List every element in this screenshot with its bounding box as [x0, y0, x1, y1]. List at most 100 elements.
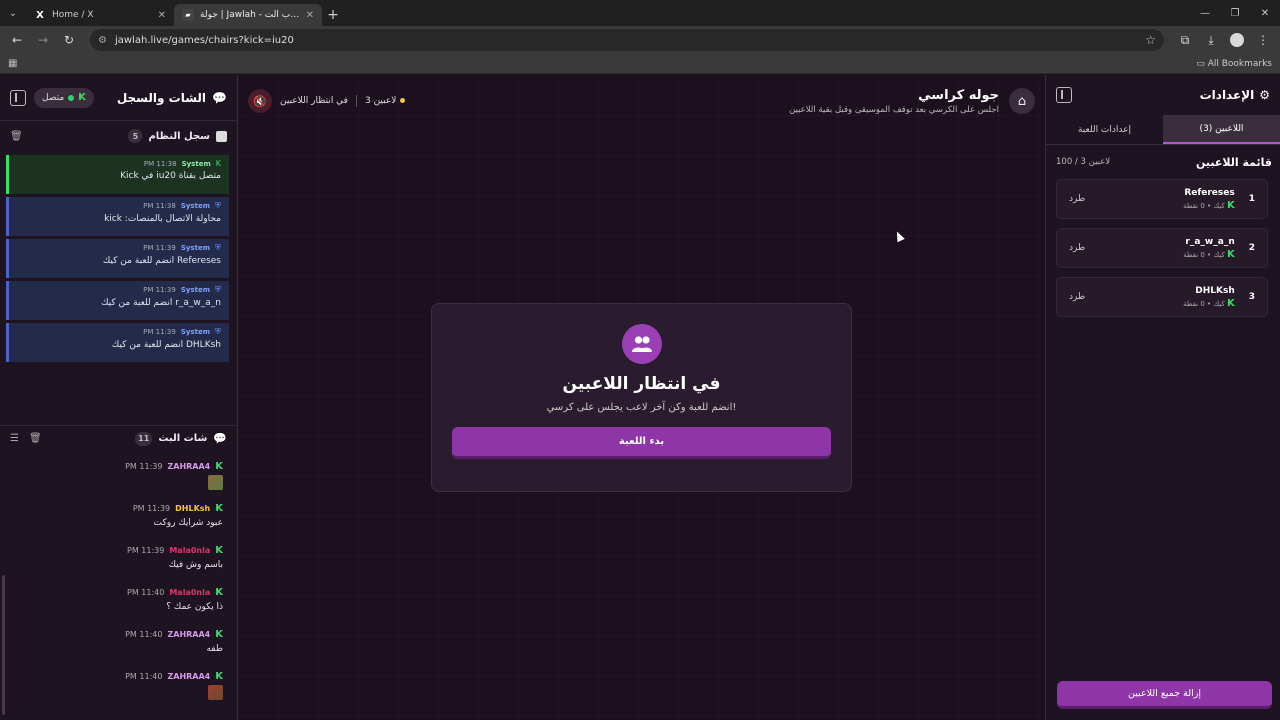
chat-bubble-icon: 💬 — [212, 90, 227, 105]
kick-logo-icon: K — [78, 92, 86, 103]
chat-username[interactable]: ZAHRAA4 — [167, 672, 210, 681]
minimize-icon[interactable]: — — [1190, 0, 1220, 26]
collapse-panel-icon[interactable] — [1056, 87, 1072, 103]
chat-time: 11:39 PM — [127, 546, 165, 555]
log-item: K System 11:38 PM متصل بقناة iu20 في Kick — [6, 155, 229, 194]
new-tab-button[interactable]: + — [322, 4, 344, 26]
reload-icon[interactable]: ↻ — [58, 29, 80, 51]
all-bookmarks[interactable]: ▭ All Bookmarks — [1196, 59, 1272, 69]
remove-all-players-button[interactable]: إزالة جميع اللاعبين — [1057, 681, 1272, 709]
chat-message: K ZAHRAA4 11:39 PM — [10, 461, 223, 503]
clear-chat-icon[interactable]: 🗑 — [29, 433, 42, 444]
chat-username[interactable]: ZAHRAA4 — [167, 462, 210, 471]
site-info-icon[interactable]: ⚙ — [98, 35, 107, 46]
chat-username[interactable]: DHLKsh — [175, 504, 210, 513]
avatar — [1230, 33, 1244, 47]
players-count-text: 3 لاعبين — [364, 96, 397, 106]
kick-player-button[interactable]: طرد — [1069, 292, 1085, 302]
download-icon[interactable]: ⤓ — [1200, 29, 1222, 51]
close-tab-icon[interactable]: ✕ — [306, 10, 314, 21]
chat-username[interactable]: ZAHRAA4 — [167, 630, 210, 639]
kick-logo-icon: K — [1226, 199, 1235, 211]
collapse-panel-icon[interactable] — [10, 89, 26, 106]
forward-icon[interactable]: → — [32, 29, 54, 51]
chat-message: K DHLKsh 11:39 PM عبود شرايك روكت — [10, 503, 223, 545]
waiting-subtitle: انضم للعبة وكن آخر لاعب يجلس على كرسي! — [546, 402, 737, 413]
log-user: System — [181, 159, 211, 168]
back-icon[interactable]: ← — [6, 29, 28, 51]
address-bar[interactable]: ⚙ jawlah.live/games/chairs?kick=iu20 ☆ — [90, 29, 1164, 51]
player-name: r_a_w_a_n — [1185, 236, 1235, 247]
close-tab-icon[interactable]: ✕ — [158, 10, 166, 21]
system-log-list: K System 11:38 PM متصل بقناة iu20 في Kick … — [0, 149, 237, 362]
log-user: System — [180, 328, 210, 336]
kick-player-button[interactable]: طرد — [1069, 243, 1085, 253]
tab-search-icon[interactable]: ⌄ — [0, 0, 26, 26]
kick-logo-icon: K — [215, 545, 223, 556]
close-window-icon[interactable]: ✕ — [1250, 0, 1280, 26]
log-time: 11:38 PM — [143, 159, 177, 168]
shield-icon: ⛨ — [215, 243, 221, 252]
chat-message: K ZAHRAA4 11:40 PM طفه — [10, 629, 223, 671]
shield-icon: ⛨ — [215, 285, 221, 294]
browser-tab-x[interactable]: X Home / X ✕ — [26, 4, 174, 26]
shield-icon: ⛨ — [215, 327, 221, 336]
tab-game-settings[interactable]: إعدادات اللعبة — [1046, 115, 1163, 144]
player-list-count: 100 / 3 لاعبين — [1056, 157, 1111, 167]
divider — [355, 95, 357, 107]
log-item: ⛨ System 11:39 PM Refereses انضم للعبة من … — [6, 239, 229, 278]
menu-icon[interactable]: ⋮ — [1252, 29, 1274, 51]
mouse-cursor-icon — [893, 229, 905, 243]
url-text: jawlah.live/games/chairs?kick=iu20 — [114, 34, 294, 46]
live-chat-list: K ZAHRAA4 11:39 PM K DHLKsh 11:39 PM عبود شر… — [0, 461, 237, 713]
log-time: 11:39 PM — [143, 328, 176, 336]
chat-text: ذا يكون عمك ؟ — [166, 602, 223, 612]
player-name: DHLKsh — [1195, 285, 1235, 296]
start-game-button[interactable]: بدء اللعبة — [452, 427, 831, 459]
chat-username[interactable]: Mala0nla — [169, 588, 210, 597]
chat-username[interactable]: Mala0nla — [169, 546, 210, 555]
players-count: 3 لاعبين — [364, 96, 406, 106]
gear-icon: ⚙ — [1259, 88, 1270, 102]
chat-scrollbar[interactable] — [2, 575, 5, 715]
status-dot-icon — [400, 98, 406, 103]
chat-count-badge: 11 — [135, 431, 153, 446]
settings-panel: ⚙ الإعدادات إعدادات اللعبة اللاعبين (3) … — [1045, 75, 1280, 720]
filter-icon[interactable]: ☰ — [10, 433, 19, 444]
tab-players[interactable]: اللاعبين (3) — [1163, 115, 1280, 144]
all-bookmarks-label: All Bookmarks — [1207, 58, 1272, 69]
game-subtitle: اجلس على الكرسي بعد توقف الموسيقى وقبل ب… — [789, 104, 999, 115]
online-dot-icon — [68, 94, 75, 101]
extensions-icon[interactable]: ⧉ — [1174, 29, 1196, 51]
browser-tab-jawlah[interactable]: ▰ جولة | Jawlah - منصة الألعاب الت... ✕ — [174, 4, 322, 26]
player-meta: كيك • 0 نقطة — [1183, 299, 1225, 308]
chat-text: باسم وش فيك — [168, 560, 223, 570]
connection-status-badge: متصل K — [34, 87, 94, 108]
x-logo-icon: X — [36, 9, 44, 21]
chat-text: طفه — [206, 644, 223, 654]
player-number: 2 — [1248, 243, 1255, 253]
kick-player-button[interactable]: طرد — [1069, 194, 1085, 204]
app: متصل K الشات والسجل 💬 🗑 5 سجل النظام K Sy… — [0, 75, 1280, 720]
log-text: Refereses انضم للعبة من كيك — [102, 256, 221, 266]
tab-title: جولة | Jawlah - منصة الألعاب الت... — [200, 10, 300, 20]
bookmark-star-icon[interactable]: ☆ — [1145, 33, 1156, 47]
log-text: DHLKsh انضم للعبة من كيك — [111, 340, 221, 350]
apps-grid-icon[interactable]: ▦ — [8, 58, 17, 69]
restore-icon[interactable]: ❐ — [1220, 0, 1250, 26]
player-list: طرد Refereses كيك • 0 نقطة K 1 طرد r_a_w… — [1046, 179, 1280, 317]
log-text: متصل بقناة iu20 في Kick — [120, 171, 221, 181]
log-user: System — [180, 286, 210, 294]
settings-tabs: إعدادات اللعبة اللاعبين (3) — [1046, 115, 1280, 145]
clear-log-icon[interactable]: 🗑 — [10, 131, 23, 142]
kick-logo-icon: K — [215, 629, 223, 640]
home-icon[interactable]: ⌂ — [1009, 88, 1035, 114]
system-log-header: 🗑 5 سجل النظام — [0, 123, 237, 149]
kick-logo-icon: K — [215, 503, 223, 514]
settings-header: ⚙ الإعدادات — [1046, 75, 1280, 115]
profile-icon[interactable] — [1226, 29, 1248, 51]
mute-sound-icon[interactable]: 🔇 — [248, 89, 272, 113]
player-row: طرد r_a_w_a_n كيك • 0 نقطة K 2 — [1056, 228, 1268, 268]
terminal-icon — [216, 130, 227, 142]
window-controls: — ❐ ✕ — [1190, 0, 1280, 26]
